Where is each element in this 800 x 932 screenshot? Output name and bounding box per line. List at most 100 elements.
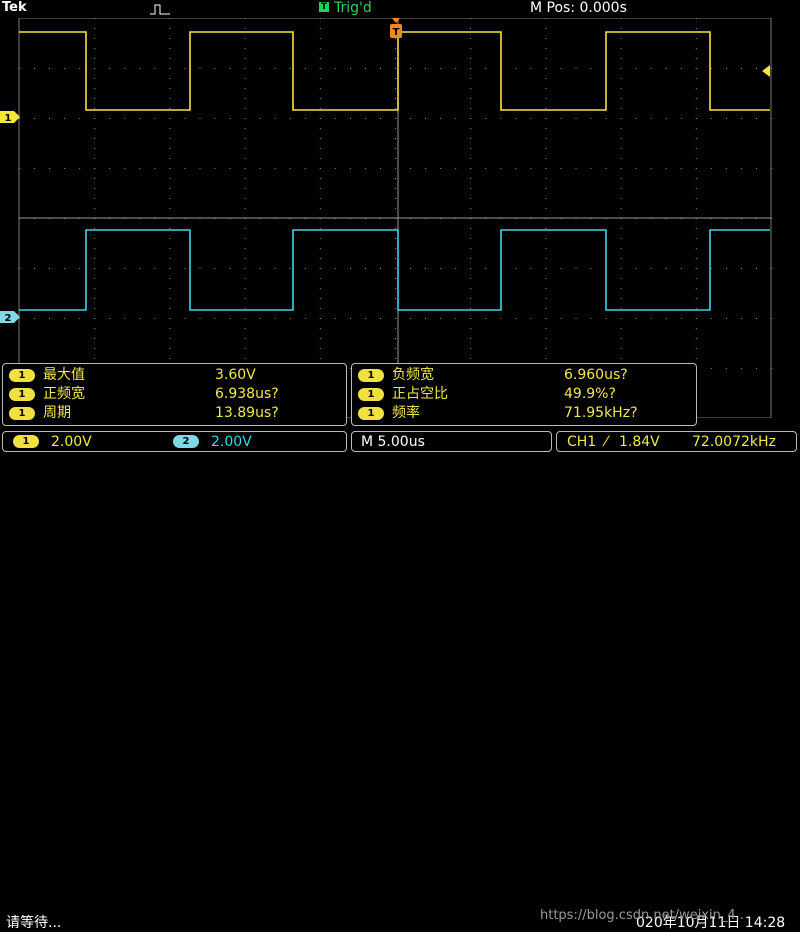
graticule-dot (124, 68, 126, 69)
graticule-dot (485, 118, 487, 119)
graticule-dot (94, 238, 96, 239)
graticule-dot (184, 118, 186, 119)
graticule-dot (725, 168, 727, 169)
graticule-dot (334, 118, 336, 119)
graticule-dot (695, 168, 697, 169)
graticule-dot (545, 98, 547, 99)
graticule-dot (395, 198, 396, 199)
trigger-frequency: 72.0072kHz (692, 434, 776, 450)
graticule-dot (319, 188, 321, 189)
graticule-dot (470, 198, 472, 199)
graticule-dot (349, 68, 351, 69)
trigger-level-arrow[interactable] (762, 65, 770, 77)
graticule-dot (169, 298, 171, 299)
graticule-dot (319, 198, 321, 199)
graticule-dot (214, 318, 216, 319)
graticule-dot (470, 268, 472, 269)
ch2-ground-marker[interactable]: 2 (0, 311, 20, 324)
ch1-ground-marker[interactable]: 1 (0, 111, 20, 124)
graticule-dot (244, 118, 246, 119)
graticule-dot (94, 288, 96, 289)
graticule-dot (470, 208, 472, 209)
graticule-dot (440, 168, 442, 169)
graticule-dot (109, 68, 111, 69)
graticule-dot (620, 348, 622, 349)
graticule-dot (364, 118, 366, 119)
graticule-dot (94, 198, 96, 199)
graticule-dot (259, 268, 261, 269)
graticule-dot (590, 118, 592, 119)
graticule-dot (244, 288, 246, 289)
waveform-display[interactable]: T 1 2 (0, 18, 800, 418)
graticule-dot (470, 58, 472, 59)
graticule-dot (650, 168, 652, 169)
graticule-dot (169, 348, 171, 349)
graticule-dot (530, 168, 532, 169)
graticule-dot (695, 18, 697, 19)
graticule-dot (545, 18, 547, 19)
measurement-row[interactable]: 1 正频宽 6.938us? (3, 385, 343, 403)
graticule-dot (395, 68, 396, 69)
graticule-dot (395, 78, 396, 79)
graticule-dot (229, 68, 231, 69)
graticule-dot (169, 188, 171, 189)
graticule-dot (139, 268, 141, 269)
graticule-dot (620, 68, 622, 69)
measurement-row[interactable]: 1 负频宽 6.960us? (352, 366, 692, 384)
graticule-dot (620, 48, 622, 49)
measurement-label: 频率 (392, 405, 420, 421)
graticule-dot (771, 68, 772, 69)
graticule-dot (244, 268, 246, 269)
graticule-dot (124, 118, 126, 119)
graticule-dot (530, 268, 532, 269)
graticule-dot (620, 108, 622, 109)
graticule-dot (319, 308, 321, 309)
graticule-dot (184, 68, 186, 69)
graticule-dot (620, 248, 622, 249)
graticule-dot (169, 318, 171, 319)
graticule-dot (64, 168, 66, 169)
graticule-dot (199, 68, 201, 69)
graticule-dot (94, 208, 96, 209)
graticule-dot (695, 158, 697, 159)
graticule-dot (94, 98, 96, 99)
graticule-dot (695, 228, 697, 229)
measurement-row[interactable]: 1 正占空比 49.9%? (352, 385, 692, 403)
graticule-dot (695, 338, 697, 339)
trigger-position-marker[interactable]: T (390, 18, 402, 38)
graticule-dot (470, 328, 472, 329)
graticule-dot (756, 68, 757, 69)
graticule-dot (244, 298, 246, 299)
graticule-dot (395, 98, 396, 99)
graticule-dot (244, 88, 246, 89)
graticule-dot (304, 268, 306, 269)
graticule-dot (94, 168, 96, 169)
status-message: 请等待... (6, 915, 62, 931)
graticule-dot (635, 68, 637, 69)
graticule-dot (545, 188, 547, 189)
graticule-dot (19, 68, 20, 69)
measurement-row[interactable]: 1 周期 13.89us? (3, 404, 343, 422)
graticule-dot (244, 208, 246, 209)
timebase-value[interactable]: M 5.00us (361, 432, 425, 453)
vertical-scale-panel[interactable]: 1 2.00V 2 2.00V (2, 431, 347, 452)
graticule-dot (620, 288, 622, 289)
svg-text:1: 1 (5, 113, 12, 124)
graticule-dot (620, 18, 622, 19)
graticule-dot (740, 118, 742, 119)
measurement-row[interactable]: 1 最大值 3.60V (3, 366, 343, 384)
graticule-dot (124, 168, 126, 169)
graticule-dot (756, 368, 757, 369)
measurement-row[interactable]: 1 频率 71.95kHz? (352, 404, 692, 422)
timebase-panel[interactable]: M 5.00us (351, 431, 552, 452)
graticule-dot (94, 358, 96, 359)
top-bar: Tek T Trig'd M Pos: 0.000s (0, 0, 800, 18)
ch2-scale[interactable]: 2.00V (211, 432, 252, 453)
ch1-scale[interactable]: 2.00V (51, 432, 92, 453)
graticule-dot (124, 268, 126, 269)
graticule-dot (139, 68, 141, 69)
graticule-dot (319, 128, 321, 129)
trigger-panel[interactable]: CH1 ⁄ 1.84V 72.0072kHz (556, 431, 797, 452)
graticule-dot (485, 168, 487, 169)
graticule-dot (515, 168, 517, 169)
